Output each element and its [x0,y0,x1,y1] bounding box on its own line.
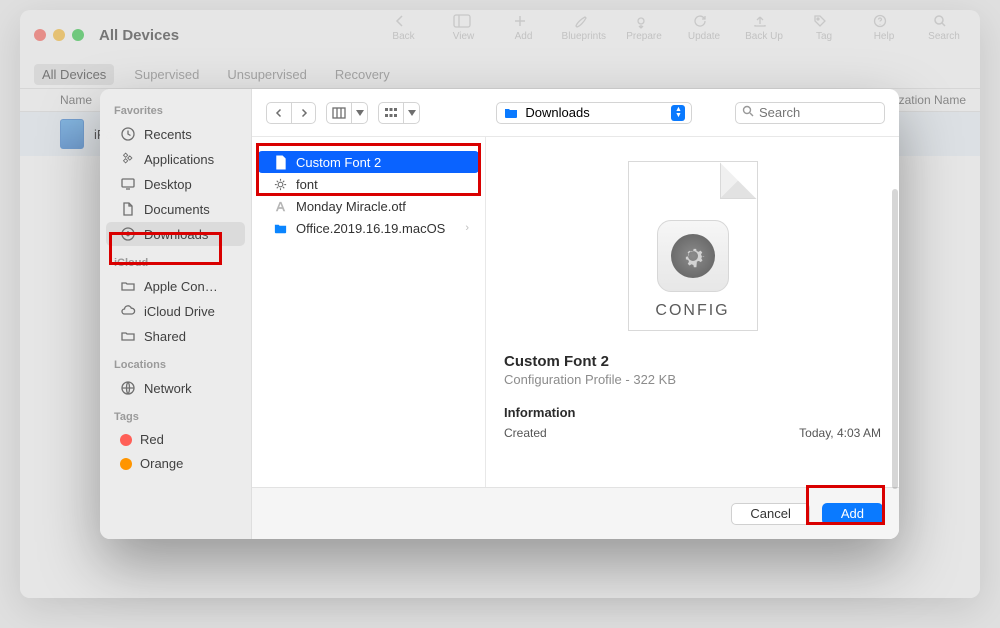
font-icon [272,198,288,214]
sidebar-item-label: iCloud Drive [144,304,215,319]
location-label: Downloads [525,105,589,120]
search-field[interactable] [735,102,885,124]
sidebar-item-label: Red [140,432,164,447]
file-row[interactable]: font [258,173,479,195]
add-button[interactable]: Add [822,503,883,525]
dialog-main: Downloads ▲▼ Custom Font 2 font Monday Mir… [252,89,899,539]
sidebar-item-label: Applications [144,152,214,167]
created-label: Created [504,426,547,440]
nav-back-forward [266,102,316,124]
finder-sidebar[interactable]: Favorites Recents Applications Desktop D… [100,89,252,539]
section-locations: Locations [100,349,251,375]
sidebar-item-downloads[interactable]: Downloads [106,222,245,246]
chevron-right-icon: › [465,222,469,234]
cloud-icon [120,303,136,319]
file-row[interactable]: Office.2019.16.19.macOS › [258,217,479,239]
config-profile-icon: CONFIG [628,161,758,331]
sidebar-item-applications[interactable]: Applications [106,147,245,171]
chevron-down-icon[interactable] [403,103,419,123]
download-icon [120,226,136,242]
updown-arrows-icon: ▲▼ [671,105,685,121]
nav-back-button[interactable] [267,103,291,123]
dialog-toolbar: Downloads ▲▼ [252,89,899,137]
sidebar-item-desktop[interactable]: Desktop [106,172,245,196]
sidebar-tag-red[interactable]: Red [106,428,245,451]
section-icloud: iCloud [100,247,251,273]
preview-pane: CONFIG Custom Font 2 Configuration Profi… [486,137,899,487]
file-name: Custom Font 2 [296,155,381,170]
sidebar-item-label: Network [144,381,192,396]
folder-icon [120,278,136,294]
sidebar-item-apple-configurator[interactable]: Apple Con… [106,274,245,298]
gear-badge [657,220,729,292]
created-value: Today, 4:03 AM [799,426,881,440]
search-icon [742,105,754,120]
document-icon [120,201,136,217]
chevron-down-icon[interactable] [351,103,367,123]
sidebar-item-label: Orange [140,456,183,471]
file-name: font [296,177,318,192]
sidebar-item-label: Recents [144,127,192,142]
gear-icon [671,234,715,278]
setting-icon [272,176,288,192]
preview-subtitle: Configuration Profile - 322 KB [504,372,881,387]
tag-dot-icon [120,434,132,446]
sidebar-item-label: Shared [144,329,186,344]
preview-created-row: Created Today, 4:03 AM [504,426,881,440]
file-name: Office.2019.16.19.macOS [296,221,445,236]
search-input[interactable] [759,105,899,120]
open-file-dialog: Favorites Recents Applications Desktop D… [100,89,899,539]
sidebar-tag-orange[interactable]: Orange [106,452,245,475]
grid-icon[interactable] [379,103,403,123]
config-badge-label: CONFIG [655,302,729,320]
section-favorites: Favorites [100,95,251,121]
cancel-button[interactable]: Cancel [731,503,809,525]
file-column[interactable]: Custom Font 2 font Monday Miracle.otf Offic… [252,137,486,487]
tag-dot-icon [120,458,132,470]
section-tags: Tags [100,401,251,427]
folder-icon [503,105,519,121]
folder-icon [272,220,288,236]
preview-title: Custom Font 2 [504,353,881,370]
nav-forward-button[interactable] [291,103,315,123]
shared-folder-icon [120,328,136,344]
file-name: Monday Miracle.otf [296,199,406,214]
dialog-footer: Cancel Add [252,487,899,539]
sidebar-item-icloud-drive[interactable]: iCloud Drive [106,299,245,323]
view-mode-selector[interactable] [326,102,368,124]
dialog-content: Custom Font 2 font Monday Miracle.otf Offic… [252,137,899,487]
sidebar-item-documents[interactable]: Documents [106,197,245,221]
sidebar-item-label: Apple Con… [144,279,218,294]
file-row[interactable]: Monday Miracle.otf [258,195,479,217]
clock-icon [120,126,136,142]
sidebar-item-label: Downloads [144,227,208,242]
file-row[interactable]: Custom Font 2 [258,151,479,173]
sidebar-item-label: Documents [144,202,210,217]
network-icon [120,380,136,396]
sidebar-item-network[interactable]: Network [106,376,245,400]
preview-info-heading: Information [504,405,881,420]
group-selector[interactable] [378,102,420,124]
columns-view-icon[interactable] [327,103,351,123]
doc-icon [272,154,288,170]
apps-icon [120,151,136,167]
sidebar-item-recents[interactable]: Recents [106,122,245,146]
location-popup[interactable]: Downloads ▲▼ [496,102,692,124]
sidebar-item-shared[interactable]: Shared [106,324,245,348]
desktop-icon [120,176,136,192]
sidebar-item-label: Desktop [144,177,192,192]
